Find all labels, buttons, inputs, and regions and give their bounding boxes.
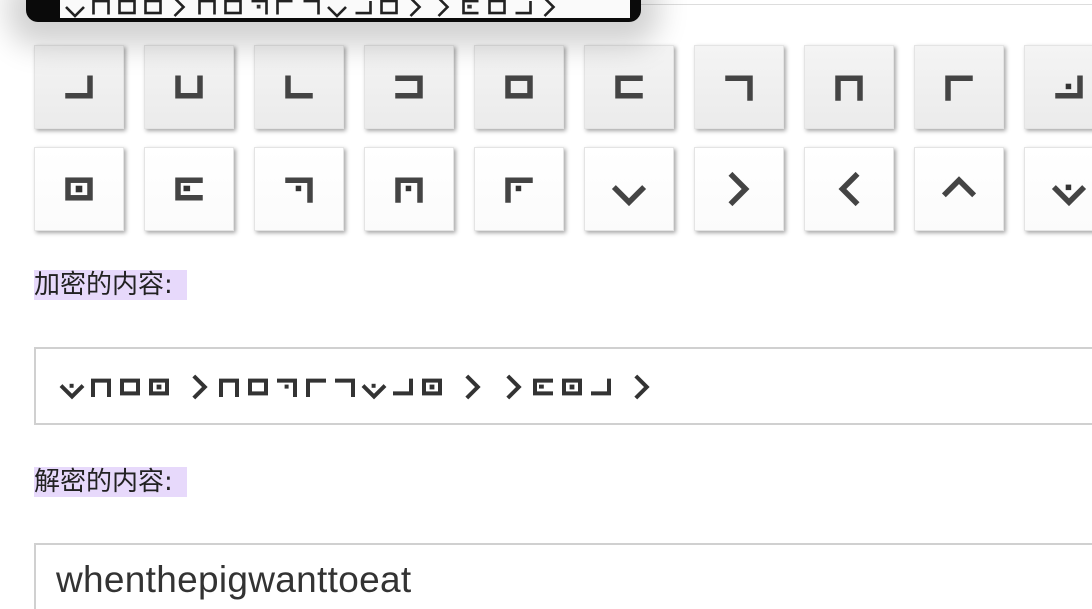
cipher-keyboard-row-2: .dot{fill:#444444;stroke:none} .dot{fill:… bbox=[34, 147, 1092, 231]
j-icon: .dot{fill:#333333;stroke:none} bbox=[387, 371, 419, 407]
cipher-key-v-dot[interactable]: .dot{fill:#444444;stroke:none} bbox=[1024, 147, 1092, 231]
cipher-key-c-left[interactable]: .dot{fill:#444444;stroke:none} bbox=[584, 45, 674, 129]
cipher-key-j-dot[interactable]: .dot{fill:#444444;stroke:none} bbox=[1024, 45, 1092, 129]
e-icon: .dot{fill:#333333;stroke:none} bbox=[527, 371, 559, 407]
cipher-key-u[interactable]: .dot{fill:#444444;stroke:none} bbox=[144, 45, 234, 129]
cipher-key-square[interactable]: .dot{fill:#444444;stroke:none} bbox=[474, 45, 564, 129]
cipher-key-n[interactable]: .dot{fill:#444444;stroke:none} bbox=[804, 45, 894, 129]
j-icon: .dot{fill:#222;stroke:none} bbox=[515, 1, 532, 15]
n-icon: .dot{fill:#222;stroke:none} bbox=[92, 0, 110, 15]
gt-icon: .dot{fill:#222;stroke:none} bbox=[409, 0, 422, 17]
square-dot-icon: .dot{fill:#333333;stroke:none} bbox=[556, 371, 588, 407]
u-icon: .dot{fill:#444444;stroke:none} bbox=[167, 65, 211, 109]
square-icon: .dot{fill:#222;stroke:none} bbox=[380, 0, 398, 15]
preview-cipher-strip: .dot{fill:#222;stroke:none} .dot{fill:#22… bbox=[65, 0, 556, 18]
gt-icon: .dot{fill:#333333;stroke:none} bbox=[626, 371, 658, 407]
cipher-key-lt[interactable]: .dot{fill:#444444;stroke:none} bbox=[804, 147, 894, 231]
corner-top-right-icon: .dot{fill:#444444;stroke:none} bbox=[717, 65, 761, 109]
c-right-icon: .dot{fill:#444444;stroke:none} bbox=[387, 65, 431, 109]
corner-top-left-icon: .dot{fill:#222;stroke:none} bbox=[276, 0, 293, 15]
l-icon: .dot{fill:#444444;stroke:none} bbox=[277, 65, 321, 109]
n-icon: .dot{fill:#444444;stroke:none} bbox=[827, 65, 871, 109]
n-icon: .dot{fill:#333333;stroke:none} bbox=[213, 371, 245, 407]
decrypted-output[interactable]: whenthepigwanttoeat bbox=[34, 543, 1092, 609]
gt-icon: .dot{fill:#333333;stroke:none} bbox=[498, 371, 530, 407]
j-icon: .dot{fill:#333333;stroke:none} bbox=[585, 371, 617, 407]
gt-icon: .dot{fill:#444444;stroke:none} bbox=[717, 167, 761, 211]
v-icon: .dot{fill:#444444;stroke:none} bbox=[607, 167, 651, 211]
square-icon: .dot{fill:#333333;stroke:none} bbox=[114, 371, 146, 407]
cipher-key-gt[interactable]: .dot{fill:#444444;stroke:none} bbox=[694, 147, 784, 231]
corner-top-left-icon: .dot{fill:#333333;stroke:none} bbox=[300, 371, 332, 407]
preview-overlay-content: .dot{fill:#222;stroke:none} .dot{fill:#22… bbox=[60, 0, 630, 18]
e-icon: .dot{fill:#444444;stroke:none} bbox=[167, 167, 211, 211]
encrypted-label: 加密的内容: bbox=[34, 270, 187, 300]
j-icon: .dot{fill:#222;stroke:none} bbox=[355, 1, 372, 15]
square-icon: .dot{fill:#222;stroke:none} bbox=[488, 0, 506, 15]
n-icon: .dot{fill:#333333;stroke:none} bbox=[85, 371, 117, 407]
seven-dot-icon: .dot{fill:#333333;stroke:none} bbox=[271, 371, 303, 407]
divider-line bbox=[640, 4, 1092, 5]
e-icon: .dot{fill:#222;stroke:none} bbox=[462, 0, 479, 15]
preview-overlay: .dot{fill:#222;stroke:none} .dot{fill:#22… bbox=[26, 0, 641, 22]
j-dot-icon: .dot{fill:#444444;stroke:none} bbox=[1047, 65, 1091, 109]
pigpen-cipher-page: .dot{fill:#222;stroke:none} .dot{fill:#22… bbox=[0, 0, 1092, 609]
square-dot-icon: .dot{fill:#333333;stroke:none} bbox=[416, 371, 448, 407]
j-icon: .dot{fill:#444444;stroke:none} bbox=[57, 65, 101, 109]
square-icon: .dot{fill:#222;stroke:none} bbox=[224, 0, 242, 15]
n-icon: .dot{fill:#222;stroke:none} bbox=[198, 0, 216, 15]
cipher-key-caret-up[interactable]: .dot{fill:#444444;stroke:none} bbox=[914, 147, 1004, 231]
corner-top-right-icon: .dot{fill:#333333;stroke:none} bbox=[329, 371, 361, 407]
cipher-key-v[interactable]: .dot{fill:#444444;stroke:none} bbox=[584, 147, 674, 231]
decrypted-text: whenthepigwanttoeat bbox=[56, 559, 412, 600]
v-dot-icon: .dot{fill:#444444;stroke:none} bbox=[1047, 167, 1091, 211]
caret-up-icon: .dot{fill:#444444;stroke:none} bbox=[937, 167, 981, 211]
square-dot-icon: .dot{fill:#444444;stroke:none} bbox=[57, 167, 101, 211]
v-icon: .dot{fill:#222;stroke:none} bbox=[65, 6, 85, 18]
encrypted-output[interactable]: .dot{fill:#333333;stroke:none}.dot{fill:… bbox=[34, 347, 1092, 425]
square-dot-icon: .dot{fill:#333333;stroke:none} bbox=[143, 371, 175, 407]
c-left-icon: .dot{fill:#444444;stroke:none} bbox=[607, 65, 651, 109]
cipher-key-l[interactable]: .dot{fill:#444444;stroke:none} bbox=[254, 45, 344, 129]
gt-icon: .dot{fill:#222;stroke:none} bbox=[173, 0, 186, 17]
gt-icon: .dot{fill:#222;stroke:none} bbox=[437, 0, 450, 17]
v-dot-icon: .dot{fill:#333333;stroke:none} bbox=[358, 371, 390, 407]
square-icon: .dot{fill:#222;stroke:none} bbox=[144, 0, 162, 15]
corner-top-right-icon: .dot{fill:#222;stroke:none} bbox=[303, 0, 320, 15]
v-dot-icon: .dot{fill:#333333;stroke:none} bbox=[56, 371, 88, 407]
decrypted-label: 解密的内容: bbox=[34, 467, 187, 497]
cipher-key-e[interactable]: .dot{fill:#444444;stroke:none} bbox=[144, 147, 234, 231]
encrypted-symbols: .dot{fill:#333333;stroke:none}.dot{fill:… bbox=[56, 371, 655, 407]
seven-dot-icon: .dot{fill:#222;stroke:none} bbox=[251, 0, 268, 15]
gt-icon: .dot{fill:#333333;stroke:none} bbox=[457, 371, 489, 407]
cipher-key-n-dot[interactable]: .dot{fill:#444444;stroke:none} bbox=[364, 147, 454, 231]
cipher-key-seven-dot[interactable]: .dot{fill:#444444;stroke:none} bbox=[254, 147, 344, 231]
cipher-key-j[interactable]: .dot{fill:#444444;stroke:none} bbox=[34, 45, 124, 129]
cipher-key-square-dot[interactable]: .dot{fill:#444444;stroke:none} bbox=[34, 147, 124, 231]
r-dot-icon: .dot{fill:#444444;stroke:none} bbox=[497, 167, 541, 211]
seven-dot-icon: .dot{fill:#444444;stroke:none} bbox=[277, 167, 321, 211]
cipher-key-corner-top-right[interactable]: .dot{fill:#444444;stroke:none} bbox=[694, 45, 784, 129]
n-dot-icon: .dot{fill:#444444;stroke:none} bbox=[387, 167, 431, 211]
gt-icon: .dot{fill:#222;stroke:none} bbox=[543, 0, 556, 17]
cipher-key-r-dot[interactable]: .dot{fill:#444444;stroke:none} bbox=[474, 147, 564, 231]
gt-icon: .dot{fill:#333333;stroke:none} bbox=[184, 371, 216, 407]
square-icon: .dot{fill:#333333;stroke:none} bbox=[242, 371, 274, 407]
cipher-key-corner-top-left[interactable]: .dot{fill:#444444;stroke:none} bbox=[914, 45, 1004, 129]
cipher-key-c-right[interactable]: .dot{fill:#444444;stroke:none} bbox=[364, 45, 454, 129]
v-icon: .dot{fill:#222;stroke:none} bbox=[327, 6, 347, 18]
square-icon: .dot{fill:#444444;stroke:none} bbox=[497, 65, 541, 109]
square-icon: .dot{fill:#222;stroke:none} bbox=[118, 0, 136, 15]
cipher-keyboard-row-1: .dot{fill:#444444;stroke:none} .dot{fill:… bbox=[34, 45, 1092, 129]
lt-icon: .dot{fill:#444444;stroke:none} bbox=[827, 167, 871, 211]
corner-top-left-icon: .dot{fill:#444444;stroke:none} bbox=[937, 65, 981, 109]
